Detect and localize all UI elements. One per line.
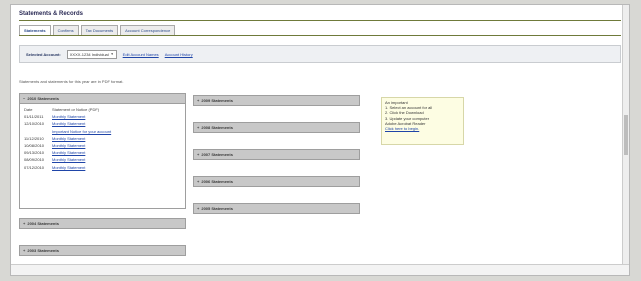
column-header-date: Date <box>24 107 33 113</box>
vertical-scrollbar[interactable] <box>622 5 629 275</box>
statement-link[interactable]: Monthly Statement <box>52 121 181 126</box>
chevron-down-icon: ▼ <box>110 52 114 56</box>
statement-link[interactable]: Monthly Statement <box>52 165 181 170</box>
panel-header-2003[interactable]: + 2003 Statements <box>20 246 185 256</box>
row-date: 09/13/2010 <box>24 150 45 156</box>
panel-2004-statements: + 2004 Statements <box>19 218 186 229</box>
intro-text: Statements and statements for this year … <box>19 79 124 84</box>
statements-table: Date Statement or Notice (PDF) 01/11/201… <box>20 104 185 173</box>
tab-divider <box>19 35 621 36</box>
plus-icon[interactable]: + <box>197 152 199 157</box>
panel-header-2006[interactable]: + 2006 Statements <box>194 177 359 187</box>
page-title: Statements & Records <box>19 11 84 17</box>
plus-icon[interactable]: + <box>23 248 25 253</box>
selected-account-label: Selected Account: <box>26 51 61 57</box>
scrollbar-thumb[interactable] <box>624 115 628 155</box>
panel-title-2009: 2009 Statements <box>201 98 233 103</box>
panel-header-2009[interactable]: + 2009 Statements <box>194 96 359 106</box>
panel-title-2004: 2004 Statements <box>27 221 59 226</box>
account-select[interactable]: XXXX-1234 Individual ▼ <box>66 49 117 59</box>
table-row: Important Notice for your account <box>24 128 181 135</box>
table-row: 10/08/2010 Monthly Statement <box>24 142 181 149</box>
row-date: 01/11/2011 <box>24 114 44 120</box>
panel-2005-statements: + 2005 Statements <box>193 203 360 214</box>
table-row: 12/10/2010 Monthly Statement <box>24 120 181 127</box>
plus-icon[interactable]: + <box>197 98 199 103</box>
account-selector-bar: Selected Account: XXXX-1234 Individual ▼… <box>19 45 621 63</box>
table-header-row: Date Statement or Notice (PDF) <box>24 106 181 113</box>
tip-begin-link[interactable]: Click here to begin. <box>385 126 460 131</box>
statements-window: Statements & Records Statements Confirms… <box>10 4 630 276</box>
statement-link[interactable]: Monthly Statement <box>52 136 181 141</box>
title-divider <box>19 20 621 21</box>
panel-2006-statements: + 2006 Statements <box>193 176 360 187</box>
panel-2010-statements: − 2010 Statements Date Statement or Noti… <box>19 93 186 209</box>
account-history-link[interactable]: Account History <box>165 52 193 57</box>
row-date: 08/09/2010 <box>24 157 45 163</box>
bottom-bar <box>11 264 629 275</box>
panel-header-2007[interactable]: + 2007 Statements <box>194 150 359 160</box>
row-date: 10/08/2010 <box>24 143 45 149</box>
table-row: 09/13/2010 Monthly Statement <box>24 149 181 156</box>
minus-icon[interactable]: − <box>23 96 25 101</box>
help-tooltip: An important 1. Select an account for al… <box>381 97 464 145</box>
table-row: 07/12/2010 Monthly Statement <box>24 164 181 171</box>
table-row: 01/11/2011 Monthly Statement <box>24 113 181 120</box>
account-select-value: XXXX-1234 Individual <box>69 51 109 57</box>
panel-title-2007: 2007 Statements <box>201 152 233 157</box>
row-date: 12/10/2010 <box>24 121 45 127</box>
statement-link[interactable]: Important Notice for your account <box>52 129 181 134</box>
column-header-statement: Statement or Notice (PDF) <box>52 107 100 113</box>
panel-title-2003: 2003 Statements <box>27 248 59 253</box>
row-date: 07/12/2010 <box>24 164 45 170</box>
panel-title-2010: 2010 Statements <box>27 96 59 101</box>
plus-icon[interactable]: + <box>197 206 199 211</box>
panel-header-2005[interactable]: + 2005 Statements <box>194 204 359 214</box>
panel-2009-statements: + 2009 Statements <box>193 95 360 106</box>
table-row: 08/09/2010 Monthly Statement <box>24 156 181 163</box>
plus-icon[interactable]: + <box>23 221 25 226</box>
plus-icon[interactable]: + <box>197 125 199 130</box>
panel-header-2010[interactable]: − 2010 Statements <box>20 94 185 104</box>
statement-link[interactable]: Monthly Statement <box>52 157 181 162</box>
panel-header-2004[interactable]: + 2004 Statements <box>20 219 185 229</box>
statement-link[interactable]: Monthly Statement <box>52 114 181 119</box>
panel-2008-statements: + 2008 Statements <box>193 122 360 133</box>
panel-2003-statements: + 2003 Statements <box>19 245 186 256</box>
plus-icon[interactable]: + <box>197 179 199 184</box>
statement-link[interactable]: Monthly Statement <box>52 150 181 155</box>
panel-title-2005: 2005 Statements <box>201 206 233 211</box>
panel-header-2008[interactable]: + 2008 Statements <box>194 123 359 133</box>
panel-title-2006: 2006 Statements <box>201 179 233 184</box>
panel-2007-statements: + 2007 Statements <box>193 149 360 160</box>
row-date: 11/12/2010 <box>24 135 44 141</box>
table-row: 11/12/2010 Monthly Statement <box>24 135 181 142</box>
statement-link[interactable]: Monthly Statement <box>52 143 181 148</box>
edit-account-names-link[interactable]: Edit Account Names <box>123 52 159 57</box>
panel-title-2008: 2008 Statements <box>201 125 233 130</box>
